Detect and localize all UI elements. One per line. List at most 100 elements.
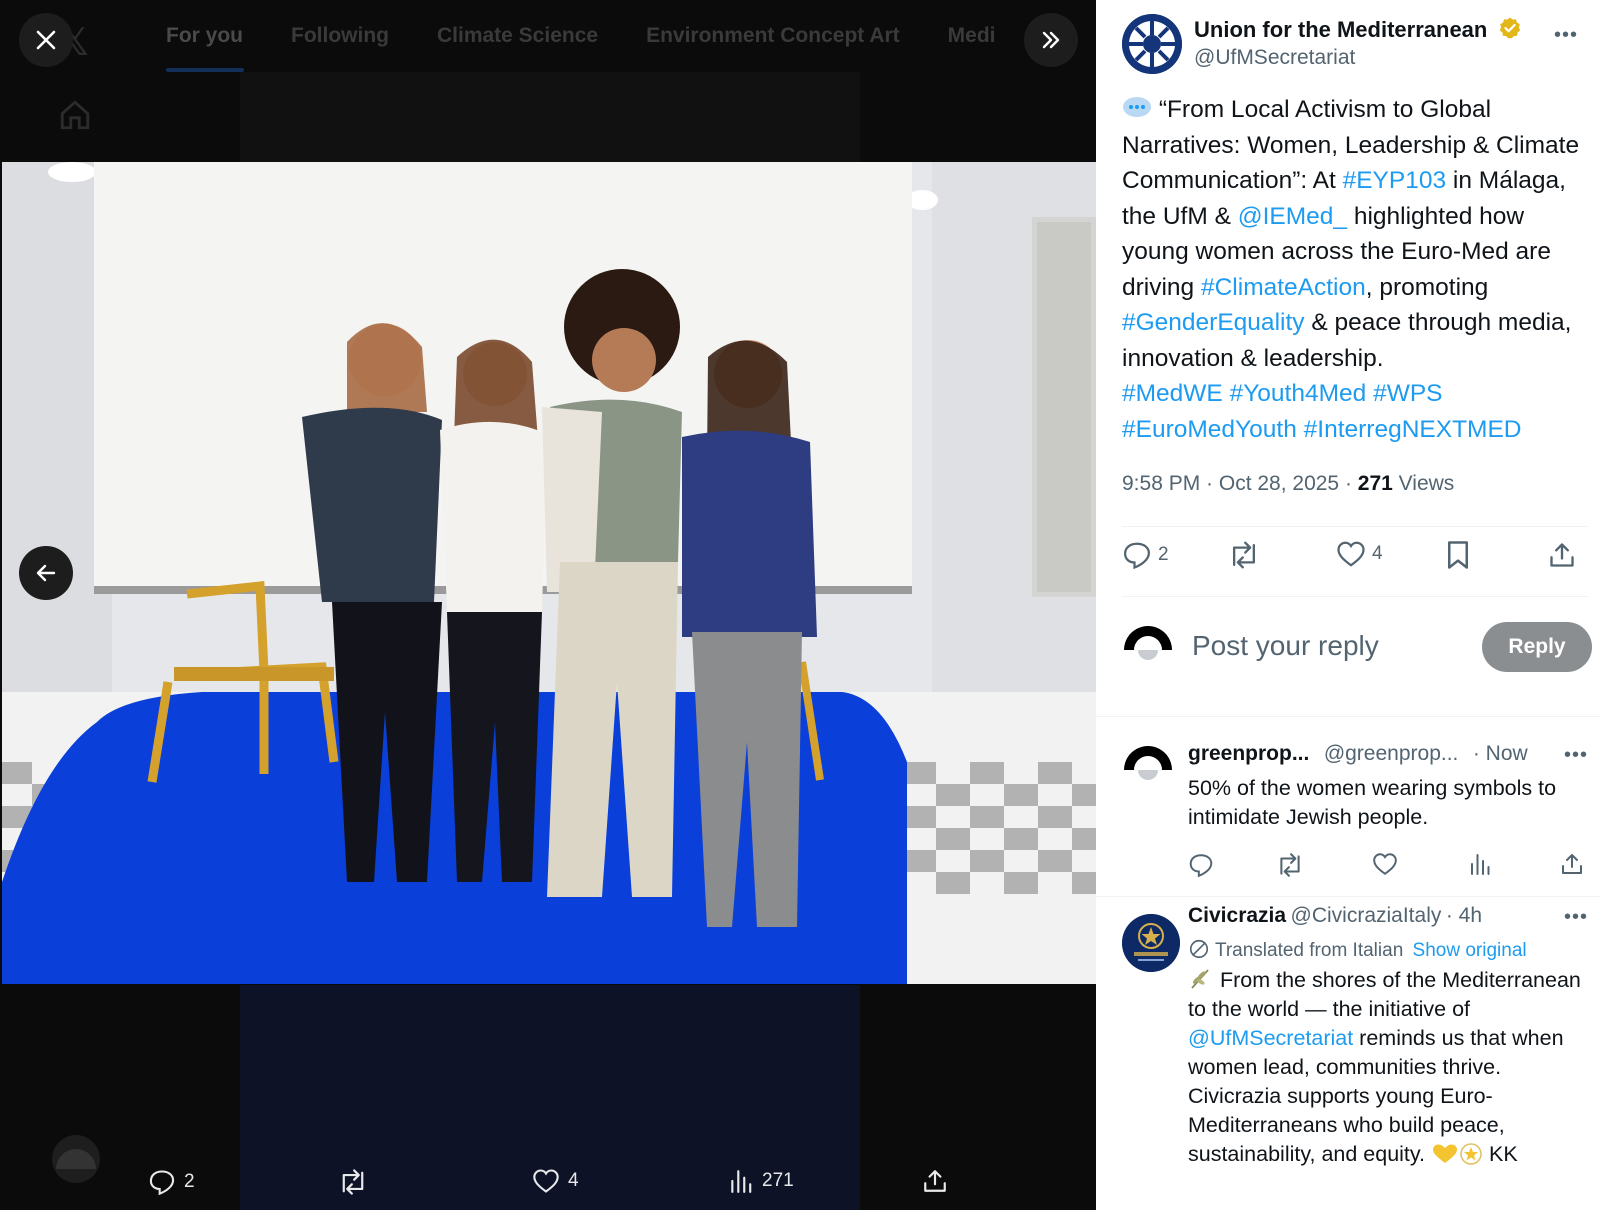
heart-icon: [1337, 541, 1365, 567]
hashtag-wps[interactable]: #WPS: [1373, 380, 1442, 407]
bookmark-button[interactable]: [1444, 540, 1472, 570]
hashtag-medwe[interactable]: #MedWE: [1122, 380, 1223, 407]
reply-header: greenprop... @greenprop... · Now: [1188, 742, 1528, 766]
repost-icon[interactable]: [1276, 852, 1304, 878]
more-options-icon[interactable]: •••: [1554, 24, 1578, 47]
media-reply-count: 2: [184, 1171, 195, 1192]
avatar[interactable]: [1122, 914, 1180, 972]
hashtag-euromedyouth[interactable]: #EuroMedYouth: [1122, 416, 1297, 443]
more-options-icon[interactable]: •••: [1564, 744, 1588, 767]
show-original-link[interactable]: Show original: [1413, 940, 1527, 961]
media-repost-button[interactable]: [338, 1168, 368, 1196]
reply-button[interactable]: 2: [1122, 540, 1169, 570]
media-views-count: 271: [762, 1170, 794, 1191]
divider: [1122, 596, 1588, 597]
reply-text: 50% of the women wearing symbols to inti…: [1188, 776, 1557, 829]
olive-branch-icon: [1191, 969, 1209, 989]
tab-environment-concept-art: Environment Concept Art: [646, 24, 900, 47]
reply-author-handle[interactable]: @CivicraziaItaly: [1291, 904, 1442, 927]
share-button[interactable]: [1548, 540, 1576, 570]
avatar: [1122, 620, 1174, 672]
share-icon: [1550, 543, 1574, 567]
hashtag-youth4med[interactable]: #Youth4Med: [1230, 380, 1367, 407]
previous-image-button[interactable]: [19, 546, 73, 600]
arrow-left-icon: [36, 564, 56, 582]
hashtag-climateaction[interactable]: #ClimateAction: [1201, 274, 1366, 301]
media-reply-button[interactable]: 2: [148, 1168, 195, 1196]
author-handle[interactable]: @UfMSecretariat: [1194, 46, 1355, 70]
post-actions: 2 4: [1122, 540, 1582, 580]
civicrazia-logo-icon: [1122, 914, 1180, 972]
hashtag-interregnextmed[interactable]: #InterregNEXTMED: [1304, 416, 1522, 443]
reply-time[interactable]: · 4h: [1446, 904, 1482, 927]
reply-author-handle[interactable]: @greenprop...: [1324, 742, 1459, 765]
expand-button[interactable]: [1024, 13, 1078, 67]
author-name[interactable]: Union for the Mediterranean: [1194, 16, 1522, 43]
analytics-icon[interactable]: [1468, 852, 1492, 876]
post-author: Union for the Mediterranean @UfMSecretar…: [1122, 14, 1590, 74]
mention-ufmsecretariat[interactable]: @UfMSecretariat: [1188, 1026, 1353, 1050]
media-action-bar: 2 4 271: [0, 1160, 1096, 1210]
post-timestamp[interactable]: 9:58 PM · Oct 28, 2025 ·: [1122, 472, 1358, 495]
star-icon: [1460, 1143, 1482, 1165]
yellow-heart-icon: [1433, 1144, 1458, 1163]
bookmark-icon: [1448, 541, 1468, 569]
translation-note: Translated from Italian Show original: [1188, 938, 1527, 962]
mention-iemed[interactable]: @IEMed_: [1238, 203, 1347, 230]
post-photo[interactable]: [2, 162, 1096, 984]
close-button[interactable]: [19, 13, 73, 67]
like-button[interactable]: 4: [1336, 540, 1383, 568]
reply-icon: [149, 1170, 175, 1196]
share-icon[interactable]: [1560, 852, 1584, 876]
reply-header: Civicrazia @CivicraziaItaly · 4h: [1188, 904, 1482, 928]
background-post-image: [240, 72, 860, 162]
post-detail-panel: Union for the Mediterranean @UfMSecretar…: [1096, 0, 1600, 1210]
ufm-logo-icon: [1122, 14, 1182, 74]
more-options-icon[interactable]: •••: [1564, 906, 1588, 929]
repost-button[interactable]: [1228, 540, 1260, 570]
reply-icon[interactable]: [1188, 852, 1214, 878]
post-metadata: 9:58 PM · Oct 28, 2025 · 271 Views: [1122, 472, 1454, 496]
reply-icon: [1123, 542, 1151, 570]
reply-composer: Post your reply Reply: [1122, 620, 1592, 680]
media-like-button[interactable]: 4: [532, 1168, 579, 1194]
analytics-icon: [731, 1170, 752, 1193]
views-label: Views: [1392, 472, 1455, 495]
photo-illustration: [2, 162, 1096, 984]
reply-text: From the shores of the Mediterranean to …: [1188, 968, 1581, 1166]
default-avatar-icon: [1124, 746, 1172, 780]
divider: [1096, 716, 1600, 717]
views-count: 271: [1357, 472, 1393, 495]
tab-for-you: For you: [166, 24, 243, 47]
translated-label: Translated from Italian: [1214, 940, 1404, 961]
divider: [1096, 896, 1600, 897]
reply-submit-button[interactable]: Reply: [1482, 622, 1592, 672]
hashtag-eyp103[interactable]: #EYP103: [1343, 167, 1447, 194]
chevrons-right-icon: [1042, 31, 1060, 49]
media-like-count: 4: [568, 1170, 579, 1191]
tab-following: Following: [291, 24, 389, 47]
home-icon: [60, 100, 90, 130]
heart-icon: [533, 1169, 559, 1193]
tab-underline: [166, 68, 244, 72]
reply-input[interactable]: Post your reply: [1192, 630, 1379, 662]
avatar[interactable]: [1122, 740, 1174, 792]
reply-author-name[interactable]: greenprop...: [1188, 742, 1309, 765]
hashtag-genderequality[interactable]: #GenderEquality: [1122, 309, 1305, 336]
tab-climate-science: Climate Science: [436, 24, 599, 47]
media-viewer: 𝕏 For you Following Climate Science Envi…: [0, 0, 1096, 1210]
reply-author-name[interactable]: Civicrazia: [1188, 904, 1286, 927]
repost-icon: [1232, 541, 1256, 569]
media-views-button[interactable]: 271: [728, 1168, 794, 1194]
dimmed-timeline-tabs: For you Following Climate Science Enviro…: [0, 0, 1096, 72]
reply-time[interactable]: · Now: [1473, 742, 1528, 765]
speech-bubble-icon: [1123, 97, 1151, 117]
heart-icon[interactable]: [1372, 852, 1398, 876]
avatar[interactable]: [1122, 14, 1182, 74]
tab-media: Medi: [947, 24, 996, 47]
close-icon: [36, 30, 56, 50]
reply-count: 2: [1158, 544, 1169, 565]
media-share-button[interactable]: [922, 1168, 948, 1194]
translate-icon: [1189, 939, 1209, 959]
share-icon: [924, 1170, 946, 1192]
